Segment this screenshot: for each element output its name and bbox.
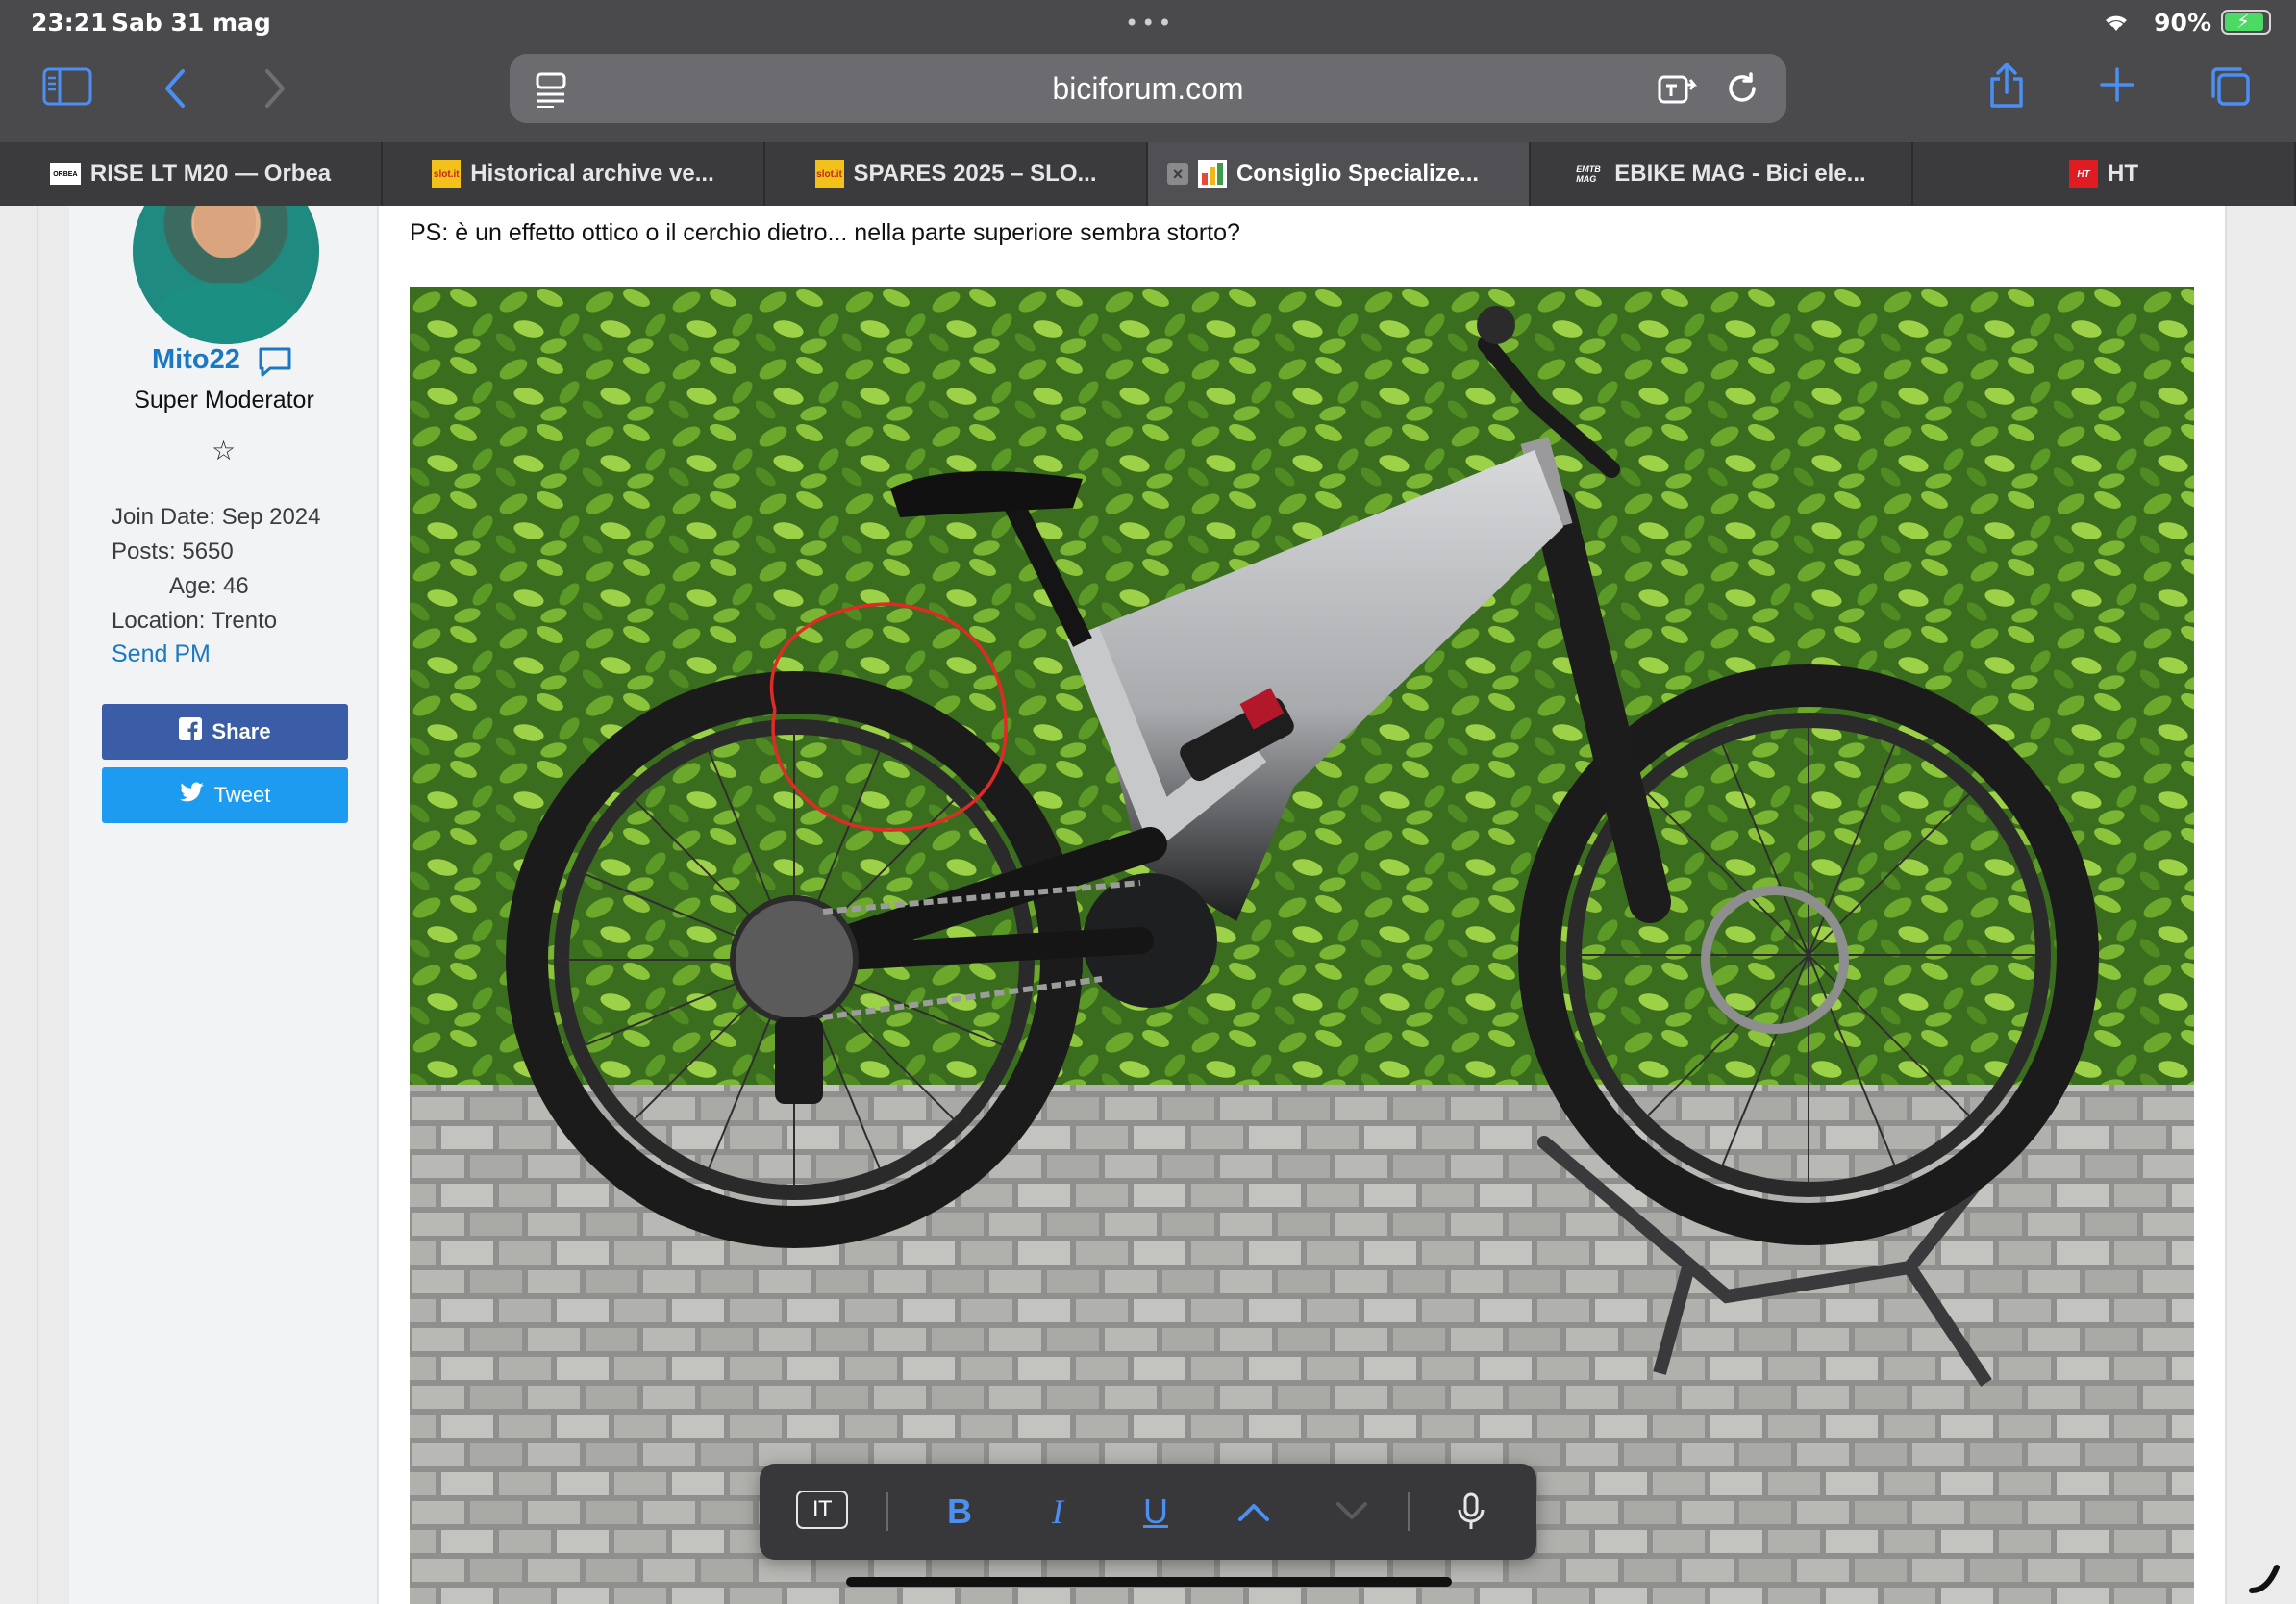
tweet-label: Tweet <box>213 783 271 807</box>
star-icon: ☆ <box>212 435 237 466</box>
wifi-icon <box>2102 12 2131 37</box>
next-field-icon[interactable] <box>1323 1485 1381 1539</box>
user-age: Age: 46 <box>169 573 249 599</box>
back-icon[interactable] <box>162 67 188 113</box>
tweet-button[interactable]: Tweet <box>102 767 348 823</box>
user-location: Location: Trento <box>112 608 278 634</box>
tab-orbea[interactable]: ORBEA RISE LT M20 — Orbea <box>0 142 383 206</box>
underline-button[interactable]: U <box>1127 1485 1185 1539</box>
tab-spares-2025[interactable]: slot.it SPARES 2025 – SLO... <box>765 142 1148 206</box>
avatar[interactable] <box>133 206 319 344</box>
battery-percent: 90% <box>2154 9 2211 37</box>
emtb-mag-favicon-icon: EMTB MAG <box>1576 164 1601 184</box>
keyboard-shortcut-bar: IT B I U <box>760 1464 1536 1560</box>
sidebar-icon[interactable] <box>42 67 92 110</box>
post-author-panel: Mito22 Super Moderator ☆ Join Date: Sep … <box>69 206 379 1604</box>
chat-icon[interactable] <box>258 346 292 381</box>
tab-label: Historical archive ve... <box>470 161 714 187</box>
share-label: Share <box>212 719 271 743</box>
status-time: 23:21 <box>31 9 108 37</box>
browser-toolbar: biciforum.com <box>0 46 2296 142</box>
tab-ebike-mag[interactable]: EMTB MAG EBIKE MAG - Bici ele... <box>1531 142 1913 206</box>
tab-label: SPARES 2025 – SLO... <box>853 161 1097 187</box>
tabs-icon[interactable] <box>2208 65 2252 112</box>
share-icon[interactable] <box>1986 62 2027 113</box>
bike-photo[interactable] <box>410 287 2194 1604</box>
tab-historical-archive[interactable]: slot.it Historical archive ve... <box>383 142 765 206</box>
previous-field-icon[interactable] <box>1225 1485 1283 1539</box>
status-date: Sab 31 mag <box>112 9 271 37</box>
post-count: Posts: 5650 <box>112 539 234 564</box>
forward-icon[interactable] <box>262 67 288 113</box>
home-indicator <box>846 1577 1452 1587</box>
status-bar: 23:21 Sab 31 mag ••• 90% ⚡ <box>0 0 2296 46</box>
post-body: PS: è un effetto ottico o il cerchio die… <box>379 206 2225 1604</box>
translate-icon[interactable] <box>1658 73 1698 110</box>
facebook-icon <box>179 717 203 746</box>
tab-label: Consiglio Specialize... <box>1235 161 1480 187</box>
reload-icon[interactable] <box>1725 71 1759 110</box>
multitasking-dots-icon[interactable]: ••• <box>1125 10 1174 37</box>
post-text: PS: è un effetto ottico o il cerchio die… <box>410 219 1240 246</box>
close-tab-icon[interactable]: × <box>1167 163 1188 185</box>
biciforum-favicon-icon <box>1197 160 1227 188</box>
page-content: Mito22 Super Moderator ☆ Join Date: Sep … <box>0 206 2296 1604</box>
address-bar[interactable]: biciforum.com <box>510 54 1786 123</box>
twitter-icon <box>179 782 205 809</box>
username-link[interactable]: Mito22 <box>152 344 240 376</box>
url-text[interactable]: biciforum.com <box>510 71 1786 107</box>
user-role: Super Moderator <box>134 387 314 414</box>
battery-icon: ⚡ <box>2221 10 2271 35</box>
tab-bar: ORBEA RISE LT M20 — Orbea slot.it Histor… <box>0 142 2296 206</box>
tab-consiglio-specialized[interactable]: × Consiglio Specialize... <box>1148 142 1531 206</box>
tab-ht[interactable]: HT HT <box>1913 142 2296 206</box>
send-pm-link[interactable]: Send PM <box>112 640 211 668</box>
slotit-favicon-icon: slot.it <box>814 160 844 188</box>
share-button[interactable]: Share <box>102 704 348 760</box>
scribble-icon <box>2246 1562 2284 1600</box>
bold-button[interactable]: B <box>931 1485 988 1539</box>
tab-label: EBIKE MAG - Bici ele... <box>1614 161 1866 187</box>
italic-button[interactable]: I <box>1029 1485 1086 1539</box>
tab-label: HT <box>2108 161 2138 187</box>
keyboard-language-button[interactable]: IT <box>796 1491 848 1529</box>
join-date: Join Date: Sep 2024 <box>112 504 321 530</box>
ht-favicon-icon: HT <box>2069 160 2098 188</box>
slotit-favicon-icon: slot.it <box>432 160 462 188</box>
microphone-icon[interactable] <box>1442 1485 1500 1539</box>
tab-label: RISE LT M20 — Orbea <box>89 161 332 187</box>
orbea-favicon-icon: ORBEA <box>49 163 81 185</box>
plus-icon[interactable] <box>2098 65 2136 108</box>
